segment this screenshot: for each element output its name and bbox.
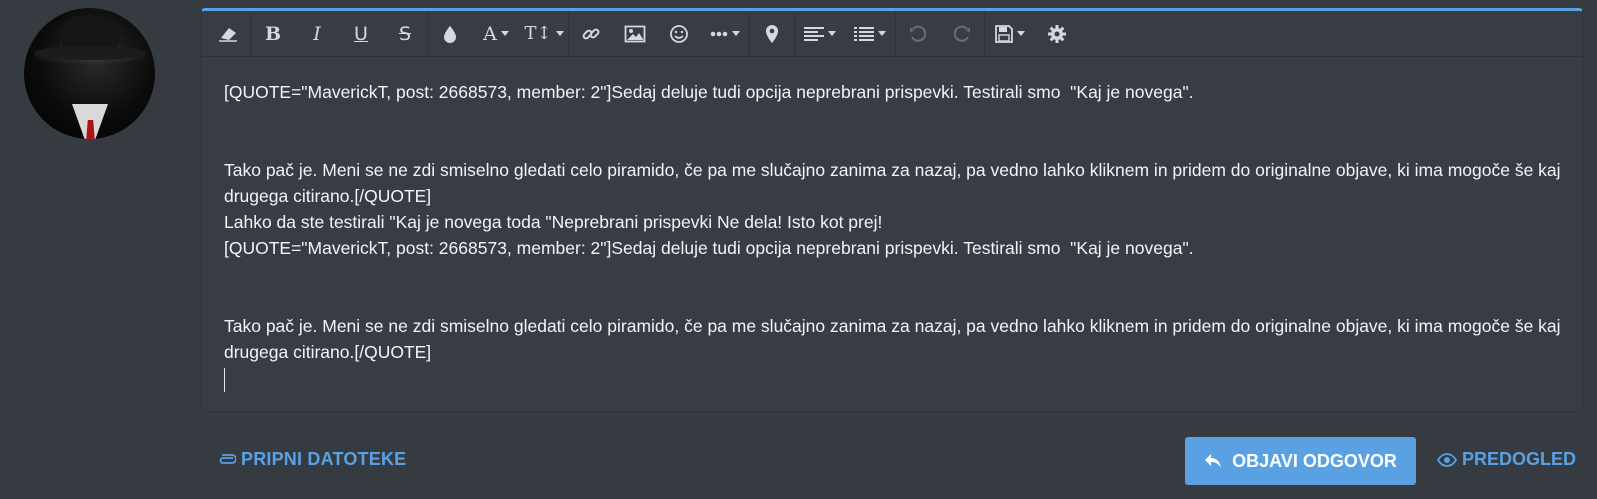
droplet-icon [444, 25, 456, 43]
attach-files-label: PRIPNI DATOTEKE [241, 449, 407, 469]
redo-button[interactable] [940, 11, 984, 57]
avatar-hat-brim [34, 46, 146, 60]
italic-icon: I [313, 22, 321, 45]
italic-button[interactable]: I [295, 11, 339, 57]
editor-line: [QUOTE="MaverickT, post: 2668573, member… [224, 82, 1194, 102]
align-left-icon [804, 26, 824, 41]
blank-lines [224, 105, 1562, 157]
eye-icon [1437, 452, 1457, 467]
smiley-icon [670, 24, 688, 43]
underline-button[interactable]: U [339, 11, 383, 57]
paperclip-icon [219, 453, 236, 464]
bold-button[interactable]: B [251, 11, 295, 57]
chevron-down-icon [732, 31, 740, 36]
chevron-down-icon [500, 31, 509, 36]
map-pin-icon [766, 24, 778, 43]
reply-area: B I U S A T↕ [QUOTE="MaverickT, post: 26… [186, 0, 1597, 499]
chevron-down-icon [878, 31, 886, 36]
sidebar [0, 0, 187, 499]
chevron-down-icon [828, 31, 836, 36]
reply-icon [1205, 454, 1222, 468]
chevron-down-icon [1017, 31, 1025, 36]
blank-lines [224, 261, 1562, 313]
preview-button[interactable]: PREDOGLED [1437, 449, 1576, 470]
editor-toolbar: B I U S A T↕ [202, 10, 1582, 57]
insert-image-button[interactable] [613, 11, 657, 57]
font-size-icon: T↕ [524, 23, 552, 44]
list-button[interactable] [845, 11, 895, 57]
post-reply-button[interactable]: OBJAVI ODGOVOR [1185, 437, 1416, 485]
eraser-icon [219, 27, 237, 42]
strikethrough-icon: S [398, 22, 412, 45]
drafts-button[interactable] [985, 11, 1035, 57]
preview-label: PREDOGLED [1462, 449, 1577, 469]
toggle-bbcode-button[interactable] [1035, 11, 1079, 57]
font-family-button[interactable]: A [472, 11, 520, 57]
insert-link-button[interactable] [569, 11, 613, 57]
rich-text-editor: B I U S A T↕ [QUOTE="MaverickT, post: 26… [201, 8, 1583, 412]
font-family-icon: A [483, 22, 497, 45]
gear-icon [1048, 24, 1066, 43]
chevron-down-icon [555, 31, 564, 36]
redo-icon [953, 25, 970, 42]
undo-button[interactable] [896, 11, 940, 57]
text-cursor-line [224, 365, 1562, 393]
editor-line: [QUOTE="MaverickT, post: 2668573, member… [224, 238, 1194, 258]
remove-formatting-button[interactable] [206, 11, 250, 57]
attach-files-button[interactable]: PRIPNI DATOTEKE [218, 449, 406, 470]
insert-smilie-button[interactable] [657, 11, 701, 57]
undo-icon [910, 25, 927, 42]
text-color-button[interactable] [428, 11, 472, 57]
strikethrough-button[interactable]: S [383, 11, 427, 57]
save-icon [995, 24, 1013, 43]
editor-content[interactable]: [QUOTE="MaverickT, post: 2668573, member… [202, 57, 1582, 393]
more-options-button[interactable] [701, 11, 749, 57]
post-reply-label: OBJAVI ODGOVOR [1232, 450, 1397, 471]
text-cursor [224, 368, 225, 393]
link-icon [582, 28, 600, 39]
editor-footer: PRIPNI DATOTEKE OBJAVI ODGOVOR PREDOGLED [186, 429, 1597, 489]
ellipsis-icon [710, 31, 728, 36]
underline-icon: U [354, 22, 368, 45]
font-size-button[interactable]: T↕ [520, 11, 568, 57]
editor-line: Tako pač je. Meni se ne zdi smiselno gle… [224, 160, 1566, 206]
align-button[interactable] [795, 11, 845, 57]
list-icon [854, 26, 874, 41]
editor-line: Lahko da ste testirali "Kaj je novega to… [224, 212, 883, 232]
image-icon [624, 25, 646, 42]
avatar[interactable] [24, 8, 155, 139]
insert-media-button[interactable] [750, 11, 794, 57]
editor-line: Tako pač je. Meni se ne zdi smiselno gle… [224, 316, 1566, 362]
bold-icon: B [264, 22, 282, 45]
